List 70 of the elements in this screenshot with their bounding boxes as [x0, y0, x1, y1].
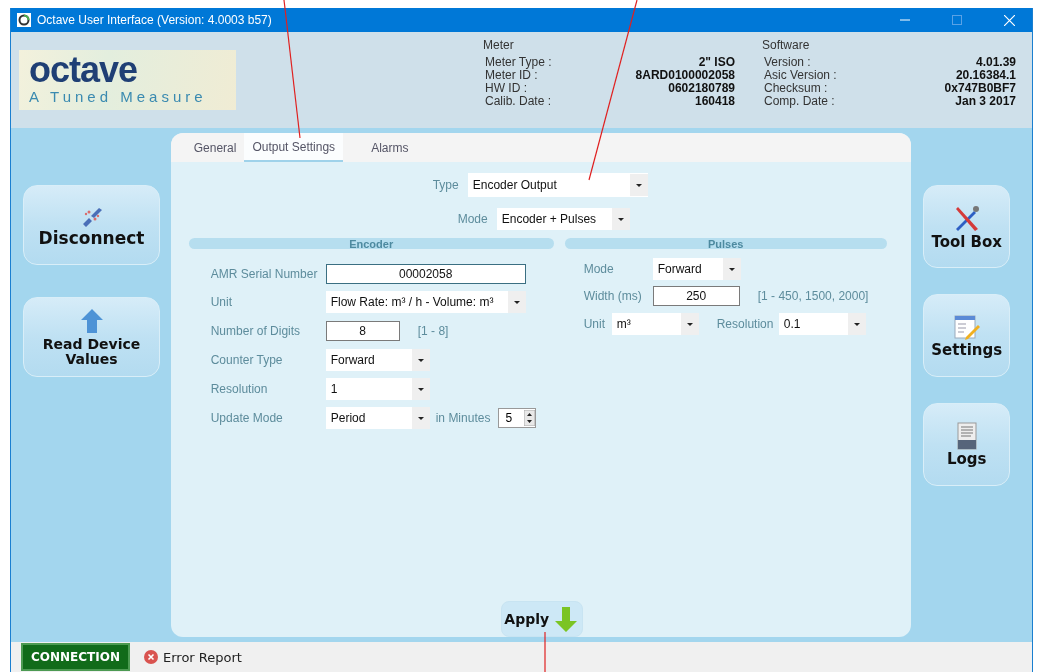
- dropdown[interactable]: 0.1: [778, 313, 866, 335]
- info-value: 0602180789: [668, 82, 735, 95]
- range-hint: [1 - 450, 1500, 2000]: [757, 289, 869, 303]
- info-value: 8ARD0100002058: [635, 69, 735, 82]
- read-values-button[interactable]: Read Device Values: [23, 297, 160, 377]
- maximize-icon[interactable]: [952, 15, 962, 25]
- field-label: Unit: [210, 294, 233, 309]
- field-label: Number of Digits: [210, 323, 301, 338]
- section-heading: Software: [762, 38, 811, 52]
- field-label: Update Mode: [210, 410, 283, 425]
- dropdown[interactable]: Forward: [652, 257, 741, 280]
- text-field[interactable]: 250: [652, 286, 740, 306]
- field-label: in Minutes: [435, 410, 491, 425]
- toolbox-button[interactable]: Tool Box: [923, 185, 1011, 268]
- dropdown[interactable]: Encoder Output: [467, 173, 648, 197]
- field-label: Resolution: [716, 317, 774, 331]
- info-value: 0x747B0BF7: [944, 82, 1016, 95]
- info-label: Version :: [764, 56, 811, 69]
- field-label: AMR Serial Number: [210, 267, 318, 281]
- info-label: Meter Type :: [485, 56, 552, 69]
- info-value: Jan 3 2017: [955, 95, 1016, 108]
- tab[interactable]: General: [185, 133, 245, 162]
- spin-arrows-icon: [524, 409, 536, 426]
- leader-line: [544, 631, 546, 672]
- dropdown[interactable]: 1: [325, 377, 430, 400]
- log-file-icon: [955, 421, 978, 450]
- app-icon: [17, 13, 31, 27]
- tab[interactable]: Output Settings: [244, 133, 344, 162]
- tab[interactable]: Alarms: [343, 133, 437, 162]
- section-header: Encoder: [188, 238, 554, 249]
- text-field[interactable]: 8: [325, 320, 400, 341]
- dropdown[interactable]: Forward: [325, 348, 430, 371]
- info-label: HW ID :: [485, 82, 527, 95]
- window-title: Octave User Interface (Version: 4.0003 b57): [37, 13, 273, 27]
- field-label: Counter Type: [210, 352, 283, 367]
- dropdown[interactable]: Encoder + Pulses: [496, 208, 630, 230]
- info-label: Asic Version :: [764, 69, 837, 82]
- connection-status: CONNECTION: [21, 643, 130, 671]
- section-heading: Meter: [483, 38, 515, 52]
- field-label: Width (ms): [583, 289, 642, 303]
- section-header: Pulses: [564, 238, 887, 249]
- error-icon: [144, 650, 158, 664]
- close-icon[interactable]: [1003, 14, 1015, 26]
- dropdown[interactable]: m³: [611, 313, 699, 335]
- info-value: 20.16384.1: [955, 69, 1016, 82]
- dropdown[interactable]: Flow Rate: m³ / h - Volume: m³: [325, 290, 526, 313]
- dropdown[interactable]: Period: [325, 406, 430, 429]
- field-label: Mode: [457, 212, 488, 226]
- info-label: Comp. Date :: [764, 95, 835, 108]
- field-label: Unit: [583, 317, 606, 331]
- error-report-link[interactable]: Error Report: [144, 649, 242, 665]
- info-label: Checksum :: [764, 82, 828, 95]
- down-arrow-icon: [553, 605, 580, 633]
- settings-button[interactable]: Settings: [923, 294, 1011, 377]
- range-hint: [1 - 8]: [417, 323, 449, 338]
- disconnect-button[interactable]: Disconnect: [23, 185, 160, 265]
- info-label: Meter ID :: [485, 69, 538, 82]
- info-value: 4.01.39: [975, 56, 1016, 69]
- field-label: Mode: [583, 261, 614, 276]
- apply-button[interactable]: Apply: [500, 601, 583, 637]
- number-spinner[interactable]: 5: [498, 407, 537, 428]
- logs-button[interactable]: Logs: [923, 403, 1011, 486]
- text-field[interactable]: 00002058: [325, 264, 526, 284]
- logo: octave A Tuned Measure: [19, 50, 236, 110]
- info-label: Calib. Date :: [485, 95, 552, 108]
- info-value: 2" ISO: [698, 56, 735, 69]
- field-label: Resolution: [210, 381, 268, 396]
- info-value: 160418: [694, 95, 735, 108]
- notepad-pencil-icon: [951, 312, 982, 341]
- field-label: Type: [432, 178, 459, 192]
